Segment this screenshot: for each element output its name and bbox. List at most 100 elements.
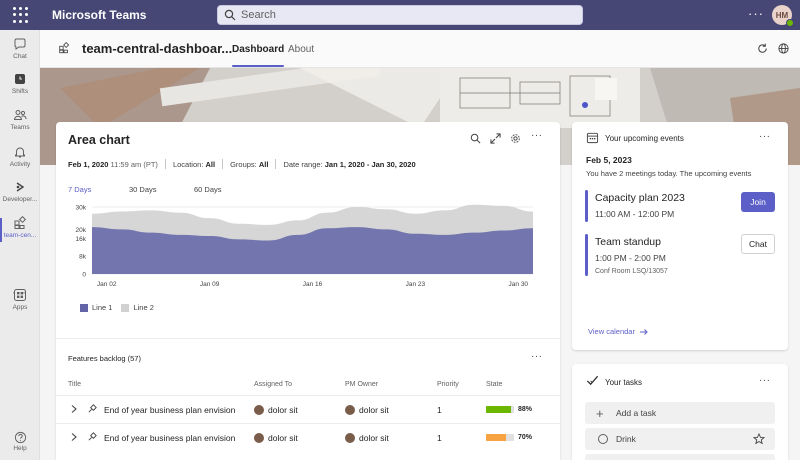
task-item[interactable]: Drink	[585, 428, 775, 450]
assigned-to: dolor sit	[254, 405, 298, 415]
search-box[interactable]	[217, 5, 583, 25]
task-complete-radio[interactable]	[598, 434, 608, 444]
feature-icon	[88, 432, 97, 441]
title-bar: Microsoft Teams ··· HM	[0, 0, 800, 30]
dashboard-app-icon	[14, 216, 27, 229]
arrow-right-icon	[639, 328, 648, 335]
rail-item-teams[interactable]: Teams	[0, 108, 40, 131]
chat-button[interactable]: Chat	[741, 234, 775, 254]
view-calendar-link[interactable]: View calendar	[588, 327, 649, 336]
help-button[interactable]: Help	[0, 431, 40, 452]
range-tab-30-days[interactable]: 30 Days	[129, 185, 157, 194]
event-accent-bar	[585, 234, 588, 276]
globe-icon[interactable]	[777, 42, 790, 55]
y-tick-label: 8k	[79, 254, 87, 261]
chart-legend: Line 1 Line 2	[80, 303, 163, 312]
rail-item-team-central[interactable]: team-cen...	[0, 216, 40, 242]
more-options-icon[interactable]: ···	[748, 6, 764, 21]
event-item[interactable]: Capacity plan 2023 11:00 AM - 12:00 PM J…	[585, 190, 775, 222]
event-title: Team standup	[595, 236, 661, 248]
app-launcher-icon[interactable]	[13, 7, 29, 23]
view-calendar-label: View calendar	[588, 327, 635, 336]
location-value[interactable]: All	[205, 160, 215, 169]
rail-item-shifts[interactable]: Shifts	[0, 72, 40, 95]
state-progress-bar	[486, 406, 514, 413]
state-progress-fill	[486, 406, 511, 413]
expand-icon[interactable]	[490, 133, 501, 144]
user-avatar[interactable]: HM	[772, 5, 794, 27]
events-subtitle: You have 2 meetings today. The upcoming …	[586, 169, 752, 178]
legend-item-line-1[interactable]: Line 1	[80, 303, 112, 312]
date-range-label: Date range:	[283, 159, 323, 169]
column-header-title[interactable]: Title	[68, 381, 81, 388]
star-icon[interactable]	[753, 433, 765, 445]
chevron-right-icon[interactable]	[70, 404, 78, 414]
assigned-to: dolor sit	[254, 433, 298, 443]
app-rail: Chat Shifts Teams Activity Developer... …	[0, 30, 40, 460]
events-more-icon[interactable]: ···	[759, 131, 771, 142]
pm-owner: dolor sit	[345, 405, 389, 415]
search-input[interactable]	[241, 9, 541, 21]
search-icon[interactable]	[470, 133, 481, 144]
table-row[interactable]: End of year business plan envision dolor…	[56, 423, 560, 451]
dashboard-app-icon	[59, 42, 70, 54]
date-range-value[interactable]: Jan 1, 2020 - Jan 30, 2020	[325, 160, 416, 169]
chevron-right-icon[interactable]	[70, 432, 78, 442]
card-title: Area chart	[68, 133, 130, 147]
refresh-icon[interactable]	[756, 42, 769, 55]
x-tick-label: Jan 16	[303, 281, 323, 288]
card-more-icon[interactable]: ···	[531, 130, 543, 141]
rail-item-developer[interactable]: Developer...	[0, 180, 40, 203]
range-tab-7-days[interactable]: 7 Days	[68, 185, 91, 194]
meta-time: 11:59 am (PT)	[110, 159, 158, 169]
avatar	[254, 405, 264, 415]
backlog-more-icon[interactable]: ···	[531, 351, 543, 362]
filter-meta: Feb 1, 2020 11:59 am (PT) Location: All …	[68, 159, 416, 169]
shifts-icon	[15, 74, 25, 84]
add-task-button[interactable]: + Add a task	[585, 402, 775, 424]
tab-about[interactable]: About	[288, 44, 314, 55]
column-header-priority[interactable]: Priority	[437, 381, 459, 388]
range-tab-60-days[interactable]: 60 Days	[194, 185, 222, 194]
upcoming-events-card: Your upcoming events ··· Feb 5, 2023 You…	[572, 122, 788, 350]
meta-date: Feb 1, 2020	[68, 159, 109, 169]
checkmark-icon	[586, 375, 599, 386]
rail-label: Developer...	[2, 196, 38, 203]
card-title: Your upcoming events	[605, 134, 684, 143]
priority: 1	[437, 433, 442, 443]
task-item[interactable]	[585, 454, 775, 460]
column-header-owner[interactable]: PM Owner	[345, 381, 378, 388]
tasks-more-icon[interactable]: ···	[759, 375, 771, 386]
rail-item-activity[interactable]: Activity	[0, 145, 40, 168]
tasks-card: Your tasks ··· + Add a task Drink	[572, 364, 788, 460]
rail-item-apps[interactable]: Apps	[0, 288, 40, 311]
rail-label: Teams	[10, 124, 30, 131]
legend-swatch	[121, 303, 130, 312]
location-label: Location:	[172, 159, 204, 169]
avatar	[345, 405, 355, 415]
tab-dashboard[interactable]: Dashboard	[232, 44, 285, 67]
rail-item-chat[interactable]: Chat	[0, 37, 40, 60]
join-button[interactable]: Join	[741, 192, 775, 212]
person-name: dolor sit	[359, 405, 389, 415]
help-label: Help	[13, 445, 27, 452]
developer-icon	[16, 182, 25, 192]
y-tick-label: 30k	[76, 205, 87, 212]
column-header-assigned[interactable]: Assigned To	[254, 381, 292, 388]
calendar-icon	[586, 132, 599, 144]
feature-icon	[88, 404, 97, 413]
event-time: 11:00 AM - 12:00 PM	[595, 209, 675, 219]
chat-icon	[14, 38, 26, 50]
table-row[interactable]: End of year business plan envision dolor…	[56, 395, 560, 423]
groups-value[interactable]: All	[259, 160, 269, 169]
apps-icon	[14, 289, 26, 301]
legend-item-line-2[interactable]: Line 2	[121, 303, 154, 312]
backlog-title: Features backlog (57)	[68, 354, 141, 363]
groups-label: Groups:	[230, 159, 257, 169]
settings-gear-icon[interactable]	[510, 133, 521, 144]
tab-header: team-central-dashboar... Dashboard About	[40, 30, 800, 68]
column-header-state[interactable]: State	[486, 381, 502, 388]
y-tick-label: 0	[82, 272, 86, 279]
event-item[interactable]: Team standup 1:00 PM - 2:00 PM Conf Room…	[585, 234, 775, 276]
avatar-initials: HM	[775, 10, 789, 20]
